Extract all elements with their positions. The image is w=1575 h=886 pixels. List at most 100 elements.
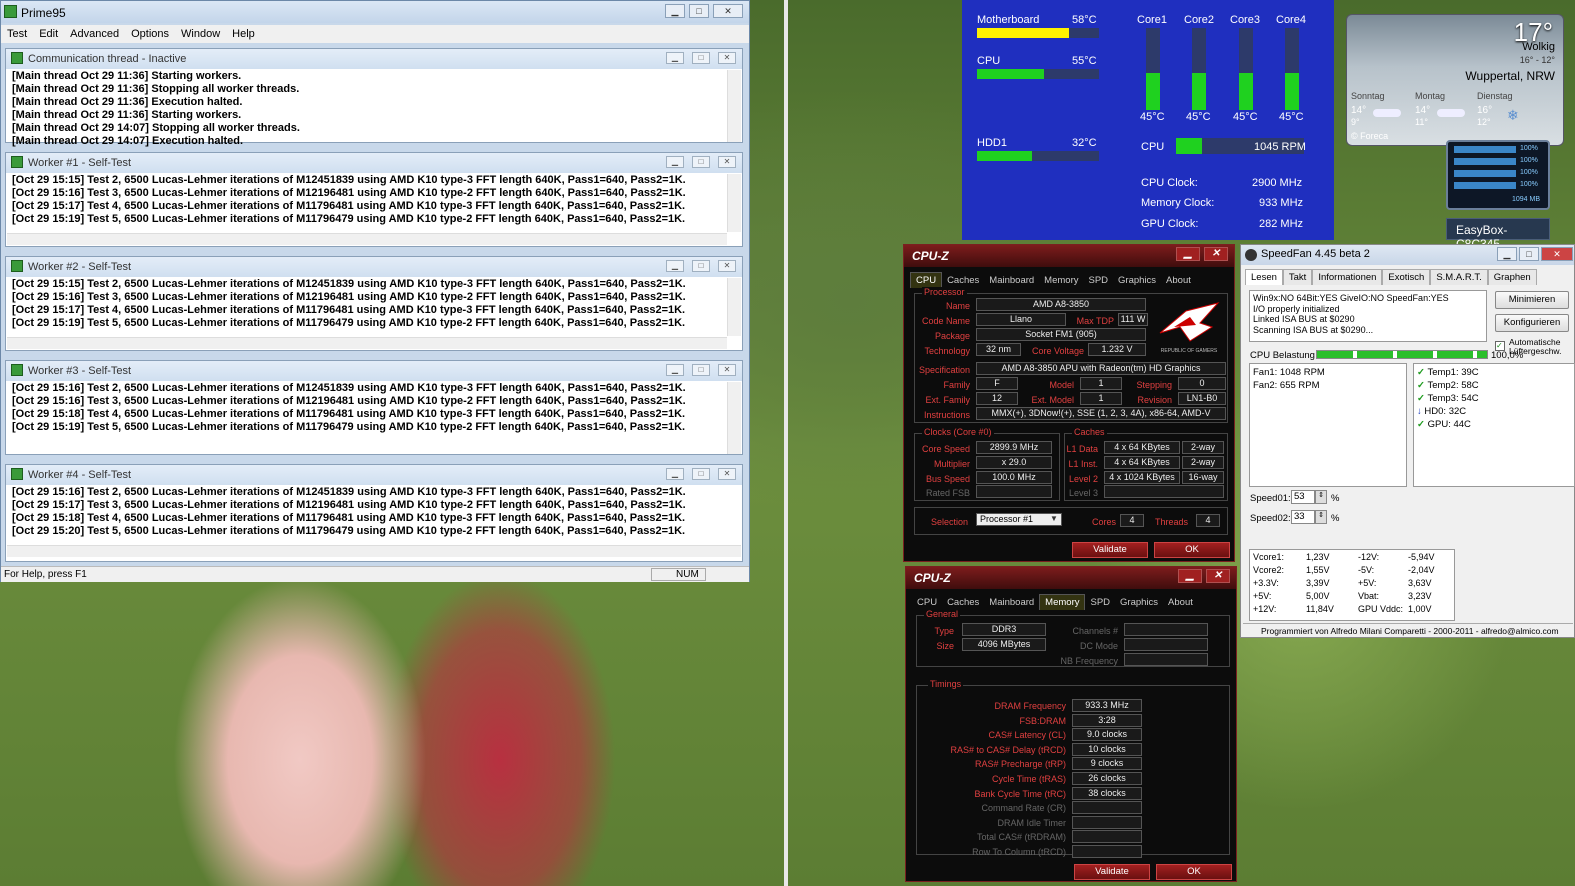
horizontal-scrollbar[interactable]	[7, 233, 727, 245]
sub-minimize-button[interactable]: ▁	[666, 468, 684, 480]
minimize-button[interactable]: ▁	[665, 4, 685, 18]
tab-spd[interactable]: SPD	[1083, 273, 1113, 288]
sub-close-button[interactable]: ✕	[718, 260, 736, 272]
speed01-input[interactable]: 53	[1291, 490, 1315, 504]
tab-lesen[interactable]: Lesen	[1245, 269, 1283, 285]
worker-icon	[11, 468, 23, 480]
meter-bar	[1454, 182, 1516, 189]
validate-button[interactable]: Validate	[1074, 864, 1150, 880]
sub-minimize-button[interactable]: ▁	[666, 260, 684, 272]
vertical-scrollbar[interactable]	[727, 174, 741, 232]
prime95-window[interactable]: Prime95 ▁ □ ✕ Test Edit Advanced Options Win…	[0, 0, 750, 582]
sub-maximize-button[interactable]: □	[692, 52, 710, 64]
comm-thread-window[interactable]: Communication thread - Inactive ▁ □ ✕ [Mai…	[5, 48, 743, 147]
tab-exotisch[interactable]: Exotisch	[1382, 269, 1431, 285]
worker-3-window[interactable]: Worker #3 - Self-Test ▁ □ ✕ [Oct 29 15:16]…	[5, 360, 743, 455]
close-button[interactable]: ✕	[1204, 247, 1228, 261]
tab-spd[interactable]: SPD	[1085, 595, 1115, 610]
rated-fsb-label: Rated FSB	[925, 488, 970, 498]
tab-caches[interactable]: Caches	[942, 273, 984, 288]
worker-1-window[interactable]: Worker #1 - Self-Test ▁ □ ✕ [Oct 29 15:15]…	[5, 152, 743, 247]
minimize-button[interactable]: ▁	[1176, 247, 1200, 261]
sub-maximize-button[interactable]: □	[692, 468, 710, 480]
vertical-scrollbar[interactable]	[727, 278, 741, 336]
cpuz-cpu-window[interactable]: CPU-Z ▁ ✕ CPU Caches Mainboard Memory SPD Grap…	[903, 244, 1235, 562]
menu-window[interactable]: Window	[175, 25, 226, 43]
timing-value: 933.3 MHz	[1072, 699, 1142, 712]
num-lock-indicator: NUM	[651, 568, 706, 581]
worker-title: Worker #1 - Self-Test	[28, 157, 132, 169]
weather-condition: Wolkig	[1522, 41, 1555, 53]
prime95-titlebar[interactable]: Prime95 ▁ □ ✕	[1, 1, 749, 23]
sub-close-button[interactable]: ✕	[718, 468, 736, 480]
tab-about[interactable]: About	[1161, 273, 1196, 288]
sub-close-button[interactable]: ✕	[718, 156, 736, 168]
tab-caches[interactable]: Caches	[942, 595, 984, 610]
tab-graphics[interactable]: Graphics	[1115, 595, 1163, 610]
validate-button[interactable]: Validate	[1072, 542, 1148, 558]
tab-memory[interactable]: Memory	[1039, 594, 1086, 610]
cpuz-titlebar[interactable]: CPU-Z ▁ ✕	[904, 245, 1234, 267]
cpuz-memory-window[interactable]: CPU-Z ▁ ✕ CPU Caches Mainboard Memory SPD Grap…	[905, 566, 1237, 882]
maximize-button[interactable]: □	[1519, 247, 1539, 261]
sub-close-button[interactable]: ✕	[718, 364, 736, 376]
log-line: [Oct 29 15:19] Test 5, 6500 Lucas-Lehmer…	[12, 213, 686, 225]
sub-maximize-button[interactable]: □	[692, 156, 710, 168]
tab-takt[interactable]: Takt	[1282, 269, 1313, 285]
temp-row: ↓ HD0: 32C	[1417, 405, 1571, 418]
configure-button[interactable]: Konfigurieren	[1495, 314, 1569, 332]
menu-options[interactable]: Options	[125, 25, 175, 43]
tab-cpu[interactable]: CPU	[912, 595, 942, 610]
percent-label: %	[1331, 513, 1340, 524]
close-button[interactable]: ✕	[1206, 569, 1230, 583]
worker-icon	[11, 156, 23, 168]
temp-name: GPU:	[1427, 419, 1451, 430]
speed02-input[interactable]: 33	[1291, 510, 1315, 524]
close-button[interactable]: ✕	[1541, 247, 1573, 261]
cpu-load-label: CPU Belastung	[1250, 350, 1315, 361]
weather-gadget[interactable]: 17° Wolkig 16° - 12° Wuppertal, NRW Sonn…	[1346, 14, 1564, 146]
menu-test[interactable]: Test	[1, 25, 33, 43]
temp-bar-fill	[977, 151, 1032, 161]
minimize-app-button[interactable]: Minimieren	[1495, 291, 1569, 309]
sub-maximize-button[interactable]: □	[692, 364, 710, 376]
worker-2-window[interactable]: Worker #2 - Self-Test ▁ □ ✕ [Oct 29 15:15]…	[5, 256, 743, 351]
sub-maximize-button[interactable]: □	[692, 260, 710, 272]
sub-minimize-button[interactable]: ▁	[666, 52, 684, 64]
ok-button[interactable]: OK	[1156, 864, 1232, 880]
vertical-scrollbar[interactable]	[727, 70, 741, 142]
multiplier-label: Multiplier	[933, 459, 970, 469]
speedfan-window[interactable]: SpeedFan 4.45 beta 2 ▁ □ ✕ Lesen Takt Info…	[1240, 244, 1575, 638]
horizontal-scrollbar[interactable]	[7, 337, 727, 349]
ok-button[interactable]: OK	[1154, 542, 1230, 558]
menu-edit[interactable]: Edit	[33, 25, 64, 43]
menu-help[interactable]: Help	[226, 25, 261, 43]
wifi-network-label[interactable]: EasyBox-C8C345	[1446, 218, 1550, 251]
tab-mainboard[interactable]: Mainboard	[984, 595, 1039, 610]
tab-informationen[interactable]: Informationen	[1312, 269, 1383, 285]
spinner-icon[interactable]: ⇕	[1315, 490, 1327, 504]
tab-memory[interactable]: Memory	[1039, 273, 1083, 288]
sub-minimize-button[interactable]: ▁	[666, 364, 684, 376]
tab-about[interactable]: About	[1163, 595, 1198, 610]
horizontal-scrollbar[interactable]	[7, 545, 741, 557]
spinner-icon[interactable]: ⇕	[1315, 510, 1327, 524]
minimize-button[interactable]: ▁	[1497, 247, 1517, 261]
cpuz-titlebar[interactable]: CPU-Z ▁ ✕	[906, 567, 1236, 589]
tab-graphics[interactable]: Graphics	[1113, 273, 1161, 288]
minimize-button[interactable]: ▁	[1178, 569, 1202, 583]
sub-minimize-button[interactable]: ▁	[666, 156, 684, 168]
sub-close-button[interactable]: ✕	[718, 52, 736, 64]
tab-cpu[interactable]: CPU	[910, 272, 943, 288]
speedfan-titlebar[interactable]: SpeedFan 4.45 beta 2 ▁ □ ✕	[1241, 245, 1574, 265]
maximize-button[interactable]: □	[689, 4, 709, 18]
worker-4-window[interactable]: Worker #4 - Self-Test ▁ □ ✕ [Oct 29 15:16]…	[5, 464, 743, 562]
tab-graphen[interactable]: Graphen	[1487, 269, 1537, 285]
cpu-load-fill	[1317, 351, 1487, 358]
tab-mainboard[interactable]: Mainboard	[984, 273, 1039, 288]
close-button[interactable]: ✕	[713, 4, 743, 18]
vertical-scrollbar[interactable]	[727, 382, 741, 454]
ext-model-field: 1	[1080, 392, 1122, 405]
tab-smart[interactable]: S.M.A.R.T.	[1430, 269, 1488, 285]
menu-advanced[interactable]: Advanced	[64, 25, 125, 43]
